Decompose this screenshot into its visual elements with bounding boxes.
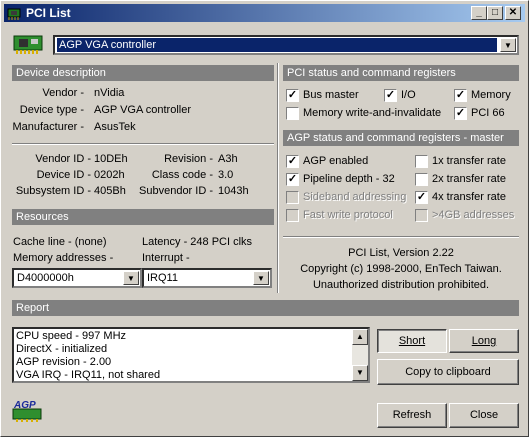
report-header: Report	[12, 300, 519, 316]
rate-1x-label: 1x transfer rate	[432, 155, 506, 167]
maximize-button[interactable]: □	[487, 6, 503, 20]
class-code-label: Class code -	[151, 169, 213, 181]
pci-status-header: PCI status and command registers	[283, 65, 519, 81]
chip-icon	[7, 8, 21, 20]
vendor-id-value: 10DEh	[94, 153, 128, 165]
agp-status-header: AGP status and command registers - maste…	[283, 130, 519, 146]
notice-text: Unauthorized distribution prohibited.	[312, 279, 490, 291]
agp-enabled-label: AGP enabled	[303, 155, 369, 167]
chevron-down-icon[interactable]: ▼	[253, 271, 269, 285]
sideband-label: Sideband addressing	[303, 191, 407, 203]
rate-1x-checkbox[interactable]	[415, 155, 428, 168]
pci66-checkbox[interactable]: ✓	[454, 107, 467, 120]
pci-list-window: PCI List _ □ ✕ AGP VGA controller ▼ Devi…	[0, 0, 529, 437]
long-button-label: Long	[471, 335, 497, 347]
device-id-value: 0202h	[94, 169, 125, 181]
gt4gb-checkbox	[415, 209, 428, 222]
copyright-text: Copyright (c) 1998-2000, EnTech Taiwan.	[300, 263, 502, 275]
mwi-label: Memory write-and-invalidate	[303, 107, 442, 119]
memory-checkbox[interactable]: ✓	[454, 89, 467, 102]
divider	[12, 143, 274, 145]
refresh-button-label: Refresh	[392, 409, 432, 421]
vendor-value: nVidia	[94, 87, 125, 99]
pci66-label: PCI 66	[471, 107, 505, 119]
revision-value: A3h	[218, 153, 238, 165]
device-select[interactable]: AGP VGA controller ▼	[53, 35, 519, 55]
mwi-checkbox[interactable]	[286, 107, 299, 120]
rate-2x-label: 2x transfer rate	[432, 173, 506, 185]
agp-logo-text: AGP	[13, 400, 36, 411]
manufacturer-value: AsusTek	[94, 121, 136, 133]
subsystem-id-label: Subsystem ID -	[15, 185, 91, 197]
divider	[283, 236, 519, 238]
chevron-down-icon[interactable]: ▼	[123, 271, 139, 285]
refresh-button[interactable]: Refresh	[377, 403, 447, 428]
pci-card-icon	[13, 35, 43, 54]
rate-2x-checkbox[interactable]	[415, 173, 428, 186]
subsystem-id-value: 405Bh	[94, 185, 126, 197]
revision-label: Revision -	[164, 153, 213, 165]
minimize-button[interactable]: _	[471, 6, 487, 20]
bus-master-checkbox[interactable]: ✓	[286, 89, 299, 102]
interrupt-select[interactable]: IRQ11 ▼	[142, 268, 272, 288]
subvendor-id-value: 1043h	[218, 185, 249, 197]
device-id-label: Device ID -	[36, 169, 91, 181]
close-button-label: Close	[469, 409, 499, 421]
memory-address-select[interactable]: D4000000h ▼	[12, 268, 142, 288]
class-code-value: 3.0	[218, 169, 234, 181]
list-item: AGP revision - 2.00	[16, 356, 112, 368]
list-item: CPU speed - 997 MHz	[16, 330, 127, 342]
vendor-label: Vendor -	[42, 87, 84, 99]
memory-address-value: D4000000h	[17, 272, 74, 284]
copy-to-clipboard-button[interactable]: Copy to clipboard	[377, 359, 519, 385]
manufacturer-label: Manufacturer -	[12, 121, 84, 133]
fast-write-label: Fast write protocol	[303, 209, 393, 221]
report-scrollbar[interactable]: ▲ ▼	[352, 329, 368, 381]
scroll-up-icon[interactable]: ▲	[352, 329, 368, 345]
device-description-header: Device description	[12, 65, 274, 81]
resources-header: Resources	[12, 209, 274, 225]
short-button-label: Short	[398, 335, 426, 347]
bus-master-label: Bus master	[303, 89, 359, 101]
interrupt-label: Interrupt -	[142, 252, 190, 264]
close-button[interactable]: Close	[449, 403, 519, 428]
report-list[interactable]: CPU speed - 997 MHz DirectX - initialize…	[12, 327, 370, 383]
latency-text: Latency - 248 PCI clks	[142, 236, 253, 248]
subvendor-id-label: Subvendor ID -	[139, 185, 213, 197]
device-type-value: AGP VGA controller	[94, 104, 192, 116]
memory-addresses-label: Memory addresses -	[13, 252, 114, 264]
rate-4x-label: 4x transfer rate	[432, 191, 506, 203]
rate-4x-checkbox[interactable]: ✓	[415, 191, 428, 204]
title-bar[interactable]: PCI List _ □ ✕	[4, 4, 525, 22]
long-button[interactable]: Long	[449, 329, 519, 353]
pipeline-label: Pipeline depth - 32	[303, 173, 395, 185]
device-select-value: AGP VGA controller	[56, 37, 498, 53]
gt4gb-label: >4GB addresses	[432, 209, 515, 221]
window-title: PCI List	[26, 6, 71, 20]
list-item: VGA IRQ - IRQ11, not shared	[16, 369, 161, 381]
sideband-checkbox	[286, 191, 299, 204]
pipeline-checkbox[interactable]: ✓	[286, 173, 299, 186]
io-label: I/O	[401, 89, 416, 101]
scroll-down-icon[interactable]: ▼	[352, 365, 368, 381]
version-text: PCI List, Version 2.22	[348, 247, 454, 259]
io-checkbox[interactable]: ✓	[384, 89, 397, 102]
interrupt-value: IRQ11	[147, 272, 178, 284]
fast-write-checkbox	[286, 209, 299, 222]
agp-logo-icon: AGP	[12, 400, 42, 422]
vendor-id-label: Vendor ID -	[35, 153, 91, 165]
cache-line-text: Cache line - (none)	[13, 236, 107, 248]
memory-label: Memory	[471, 89, 511, 101]
device-type-label: Device type -	[19, 104, 84, 116]
agp-enabled-checkbox[interactable]: ✓	[286, 155, 299, 168]
list-item: DirectX - initialized	[16, 343, 108, 355]
close-window-button[interactable]: ✕	[505, 6, 521, 20]
panel-divider	[277, 63, 279, 293]
copy-button-label: Copy to clipboard	[405, 366, 491, 378]
short-button[interactable]: Short	[377, 329, 447, 353]
chevron-down-icon[interactable]: ▼	[500, 38, 516, 52]
